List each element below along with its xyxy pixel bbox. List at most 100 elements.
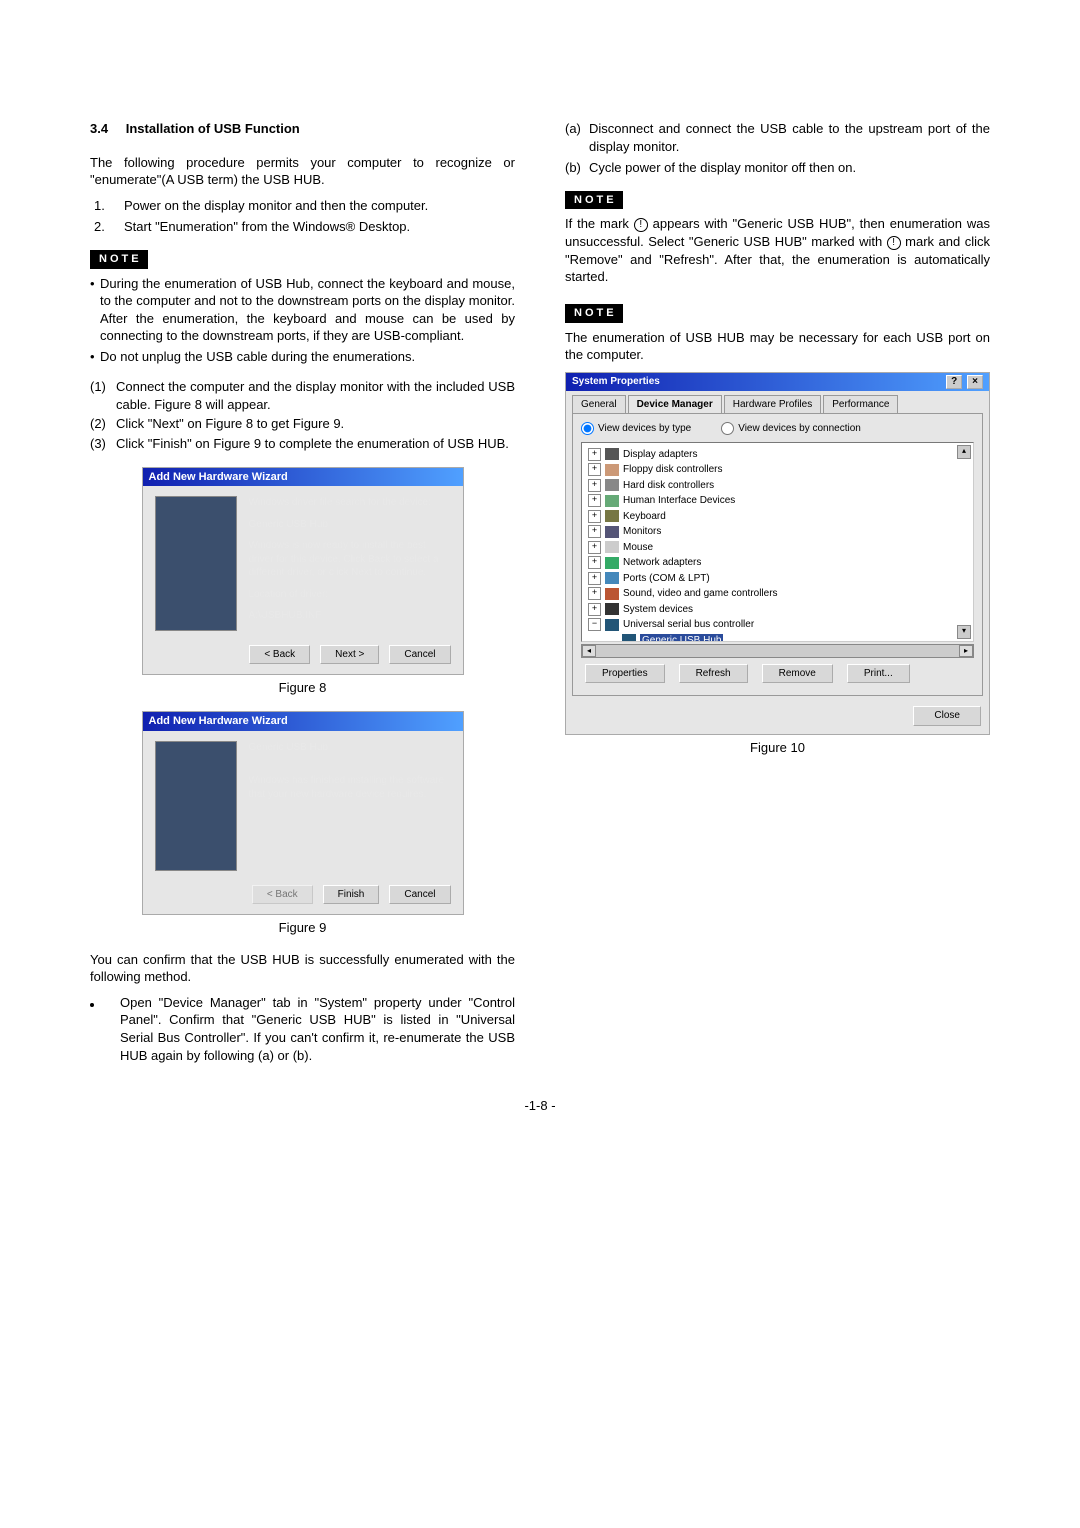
tree-row[interactable]: +Human Interface Devices bbox=[586, 493, 969, 509]
wizard-line: Location of driver: bbox=[249, 588, 451, 602]
sysprops-action-buttons: Properties Refresh Remove Print... bbox=[581, 658, 974, 688]
expand-icon[interactable]: + bbox=[588, 479, 601, 492]
expand-icon[interactable]: + bbox=[588, 463, 601, 476]
tree-row[interactable]: +System devices bbox=[586, 602, 969, 618]
remove-button[interactable]: Remove bbox=[762, 664, 833, 684]
confirm-text: You can confirm that the USB HUB is succ… bbox=[90, 951, 515, 986]
tab-device-manager[interactable]: Device Manager bbox=[628, 395, 722, 414]
device-icon bbox=[605, 448, 619, 460]
radio-by-connection[interactable]: View devices by connection bbox=[721, 422, 861, 436]
pstep-text: Connect the computer and the display mon… bbox=[116, 378, 515, 413]
tree-item-label: Hard disk controllers bbox=[623, 479, 714, 493]
sysprops-titlebar: System Properties ? × bbox=[566, 373, 989, 391]
radio-by-conn-input[interactable] bbox=[721, 422, 734, 435]
tree-row[interactable]: + Floppy disk controllers bbox=[586, 462, 969, 478]
manual-page: 3.4 Installation of USB Function The fol… bbox=[0, 0, 1080, 1528]
tree-row[interactable]: +Keyboard bbox=[586, 509, 969, 525]
close-button[interactable]: Close bbox=[913, 706, 981, 726]
scroll-down-icon[interactable]: ▾ bbox=[957, 625, 971, 639]
print-button[interactable]: Print... bbox=[847, 664, 910, 684]
wizard-content: Windows driver file search for the devic… bbox=[249, 496, 451, 631]
expand-icon[interactable]: + bbox=[588, 494, 601, 507]
note-bullets: •During the enumeration of USB Hub, conn… bbox=[90, 275, 515, 366]
help-icon[interactable]: ? bbox=[946, 375, 962, 389]
wizard-line: Windows is now ready to install the best… bbox=[249, 539, 451, 580]
back-button[interactable]: < Back bbox=[249, 645, 310, 665]
device-icon bbox=[605, 541, 619, 553]
intro-text: The following procedure permits your com… bbox=[90, 154, 515, 189]
section-heading: 3.4 Installation of USB Function bbox=[90, 120, 515, 138]
tab-hardware-profiles[interactable]: Hardware Profiles bbox=[724, 395, 821, 414]
expand-icon[interactable]: + bbox=[588, 541, 601, 554]
page-number: -1-8 - bbox=[90, 1097, 990, 1115]
properties-button[interactable]: Properties bbox=[585, 664, 665, 684]
radio-by-type-input[interactable] bbox=[581, 422, 594, 435]
window-controls: ? × bbox=[944, 375, 983, 389]
warning-icon: ! bbox=[887, 236, 901, 250]
device-icon bbox=[605, 619, 619, 631]
device-icon bbox=[605, 526, 619, 538]
figure-8-caption: Figure 8 bbox=[90, 679, 515, 697]
tree-row[interactable]: Generic USB Hub bbox=[586, 633, 969, 642]
tree-row[interactable]: + Hard disk controllers bbox=[586, 478, 969, 494]
tree-row[interactable]: −Universal serial bus controller bbox=[586, 617, 969, 633]
figure-8-wizard: Add New Hardware Wizard Windows driver f… bbox=[142, 467, 464, 676]
radio-by-type[interactable]: View devices by type bbox=[581, 422, 691, 436]
cancel-button[interactable]: Cancel bbox=[389, 645, 450, 665]
expand-icon[interactable]: + bbox=[588, 448, 601, 461]
tree-item-label: Monitors bbox=[623, 525, 661, 539]
close-icon[interactable]: × bbox=[967, 375, 983, 389]
horizontal-scrollbar[interactable]: ◂ ▸ bbox=[581, 644, 974, 658]
scroll-left-icon[interactable]: ◂ bbox=[582, 645, 596, 657]
bullet-icon bbox=[90, 994, 120, 1064]
tree-row[interactable]: + Display adapters bbox=[586, 447, 969, 463]
expand-icon[interactable]: + bbox=[588, 556, 601, 569]
ab-steps: (a)Disconnect and connect the USB cable … bbox=[565, 120, 990, 177]
expand-icon[interactable]: + bbox=[588, 525, 601, 538]
tree-item-label: Floppy disk controllers bbox=[623, 463, 722, 477]
wizard-side-graphic bbox=[155, 741, 237, 871]
scroll-up-icon[interactable]: ▴ bbox=[957, 445, 971, 459]
note-3-text: The enumeration of USB HUB may be necess… bbox=[565, 329, 990, 364]
tree-row[interactable]: + Sound, video and game controllers bbox=[586, 586, 969, 602]
tab-performance[interactable]: Performance bbox=[823, 395, 898, 414]
radio-by-conn-label: View devices by connection bbox=[738, 422, 861, 436]
tree-row[interactable]: + Ports (COM & LPT) bbox=[586, 571, 969, 587]
note-badge: NOTE bbox=[90, 250, 148, 269]
finish-button[interactable]: Finish bbox=[323, 885, 380, 905]
sysprops-tabs: General Device Manager Hardware Profiles… bbox=[566, 391, 989, 414]
expand-icon[interactable]: + bbox=[588, 572, 601, 585]
cancel-button[interactable]: Cancel bbox=[389, 885, 450, 905]
warning-icon: ! bbox=[634, 218, 648, 232]
tab-general[interactable]: General bbox=[572, 395, 626, 414]
device-tree[interactable]: ▴ ▾ + Display adapters + Floppy disk contro… bbox=[581, 442, 974, 642]
tree-row[interactable]: +Mouse bbox=[586, 540, 969, 556]
tree-item-label: Sound, video and game controllers bbox=[623, 587, 778, 601]
step-num: 2. bbox=[90, 218, 124, 236]
ab-num: (b) bbox=[565, 159, 589, 177]
note-badge: NOTE bbox=[565, 191, 623, 210]
tree-row[interactable]: + Monitors bbox=[586, 524, 969, 540]
note-2-text: If the mark ! appears with "Generic USB … bbox=[565, 215, 990, 285]
next-button[interactable]: Next > bbox=[320, 645, 379, 665]
expand-icon[interactable]: + bbox=[588, 510, 601, 523]
device-icon bbox=[605, 572, 619, 584]
wizard-line: Windows driver file search for the devic… bbox=[249, 496, 451, 510]
ab-text: Disconnect and connect the USB cable to … bbox=[589, 120, 990, 155]
scroll-right-icon[interactable]: ▸ bbox=[959, 645, 973, 657]
note-bullet: During the enumeration of USB Hub, conne… bbox=[100, 275, 515, 345]
view-radio-row: View devices by type View devices by con… bbox=[581, 422, 974, 436]
tree-item-label: Display adapters bbox=[623, 448, 697, 462]
expand-icon[interactable]: + bbox=[588, 603, 601, 616]
refresh-button[interactable]: Refresh bbox=[679, 664, 748, 684]
tree-row[interactable]: +Network adapters bbox=[586, 555, 969, 571]
radio-by-type-label: View devices by type bbox=[598, 422, 691, 436]
note-badge: NOTE bbox=[565, 304, 623, 323]
section-title: Installation of USB Function bbox=[126, 121, 300, 136]
expand-icon[interactable]: + bbox=[588, 587, 601, 600]
expand-icon[interactable]: − bbox=[588, 618, 601, 631]
figure-10-system-properties: System Properties ? × General Device Man… bbox=[565, 372, 990, 735]
device-icon bbox=[622, 634, 636, 641]
device-icon bbox=[605, 557, 619, 569]
tree-item-label: Ports (COM & LPT) bbox=[623, 572, 710, 586]
